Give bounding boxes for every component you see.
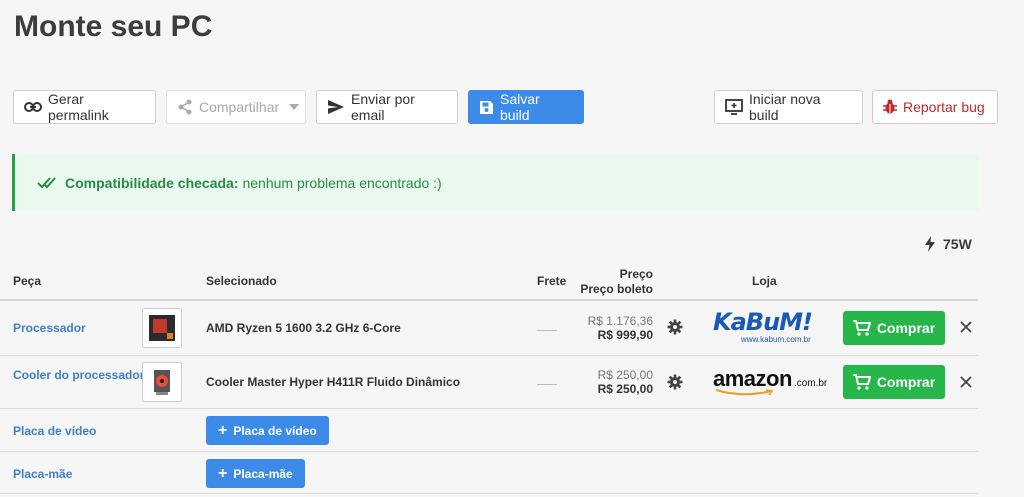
part-link-motherboard[interactable]: Placa-mãe bbox=[13, 466, 72, 482]
product-name[interactable]: AMD Ryzen 5 1600 3.2 GHz 6-Core bbox=[206, 321, 401, 335]
cart-icon bbox=[852, 320, 871, 336]
buy-label: Comprar bbox=[876, 374, 936, 390]
shipping-empty bbox=[537, 330, 557, 331]
add-motherboard-label: Placa-mãe bbox=[233, 466, 293, 481]
wattage-indicator: 75W bbox=[925, 236, 972, 252]
report-bug-label: Reportar bug bbox=[903, 99, 985, 115]
product-thumbnail[interactable] bbox=[142, 362, 182, 402]
share-icon bbox=[178, 99, 192, 115]
buy-button[interactable]: Comprar bbox=[843, 365, 945, 399]
gear-icon[interactable] bbox=[667, 319, 683, 335]
price-cell: R$ 250,00 R$ 250,00 bbox=[598, 368, 653, 396]
cpu-box-image bbox=[149, 315, 175, 341]
row-divider bbox=[0, 493, 978, 494]
share-button[interactable]: Compartilhar bbox=[166, 90, 306, 124]
plus-icon: + bbox=[218, 464, 228, 482]
page-title: Monte seu PC bbox=[14, 10, 213, 43]
permalink-label: Gerar permalink bbox=[48, 91, 109, 123]
buy-button[interactable]: Comprar bbox=[843, 311, 945, 345]
lightning-icon bbox=[925, 236, 935, 252]
wattage-value: 75W bbox=[943, 236, 972, 252]
close-icon[interactable] bbox=[960, 376, 972, 388]
save-icon bbox=[480, 100, 493, 114]
plus-icon: + bbox=[218, 421, 228, 439]
product-name[interactable]: Cooler Master Hyper H411R Fluido Dinâmic… bbox=[206, 375, 460, 389]
add-gpu-label: Placa de vídeo bbox=[233, 423, 317, 438]
cart-icon bbox=[852, 374, 871, 390]
header-price: Preço bbox=[619, 267, 653, 281]
send-icon bbox=[328, 100, 344, 114]
alert-title: Compatibilidade checada: bbox=[65, 174, 239, 191]
row-divider bbox=[0, 355, 978, 356]
header-price-boleto: Preço boleto bbox=[580, 282, 653, 296]
save-build-button[interactable]: Salvar build bbox=[468, 90, 584, 124]
bug-icon bbox=[883, 99, 897, 114]
part-link-gpu[interactable]: Placa de vídeo bbox=[13, 423, 96, 439]
header-selected: Selecionado bbox=[206, 274, 277, 288]
double-check-icon bbox=[37, 176, 56, 188]
add-motherboard-button[interactable]: + Placa-mãe bbox=[206, 459, 305, 488]
price-boleto: R$ 250,00 bbox=[597, 382, 653, 396]
row-divider bbox=[0, 451, 978, 452]
share-label: Compartilhar bbox=[199, 99, 280, 115]
product-thumbnail[interactable] bbox=[142, 308, 182, 348]
monitor-plus-icon bbox=[725, 99, 743, 115]
kabum-logo-url: www.kabum.com.br bbox=[741, 335, 811, 344]
kabum-logo-text: KaBuM! bbox=[713, 308, 813, 336]
header-shipping: Frete bbox=[537, 274, 567, 288]
new-build-button[interactable]: Iniciar nova build bbox=[714, 90, 863, 124]
gear-icon[interactable] bbox=[667, 374, 683, 390]
store-logo-kabum[interactable]: KaBuM! www.kabum.com.br bbox=[713, 308, 813, 344]
caret-down-icon bbox=[289, 104, 300, 110]
link-icon bbox=[24, 102, 42, 112]
header-part: Peça bbox=[13, 274, 42, 288]
part-link-processor[interactable]: Processador bbox=[13, 320, 86, 336]
new-build-label: Iniciar nova build bbox=[749, 91, 821, 123]
add-gpu-button[interactable]: + Placa de vídeo bbox=[206, 416, 329, 445]
permalink-button[interactable]: Gerar permalink bbox=[13, 90, 156, 124]
header-divider bbox=[0, 299, 978, 301]
alert-message: nenhum problema encontrado :) bbox=[242, 174, 442, 191]
header-store: Loja bbox=[752, 274, 777, 288]
shipping-empty bbox=[537, 384, 557, 385]
close-icon[interactable] bbox=[960, 321, 972, 333]
cooler-image bbox=[154, 370, 170, 395]
price-boleto: R$ 999,90 bbox=[597, 328, 653, 342]
store-logo-amazon[interactable]: amazon .com.br bbox=[713, 366, 827, 397]
save-build-label: Salvar build bbox=[500, 91, 540, 123]
price-regular: R$ 250,00 bbox=[597, 368, 653, 382]
amazon-logo-domain: .com.br bbox=[793, 378, 828, 389]
buy-label: Comprar bbox=[876, 320, 936, 336]
price-cell: R$ 1.176,36 R$ 999,90 bbox=[588, 314, 653, 342]
report-bug-button[interactable]: Reportar bug bbox=[872, 90, 998, 124]
price-regular: R$ 1.176,36 bbox=[587, 314, 653, 328]
part-link-cooler[interactable]: Cooler do processador bbox=[13, 367, 144, 383]
compatibility-alert: Compatibilidade checada: nenhum problema… bbox=[12, 154, 979, 211]
email-label: Enviar por email bbox=[351, 91, 415, 123]
email-button[interactable]: Enviar por email bbox=[316, 90, 458, 124]
amazon-logo-text: amazon bbox=[713, 366, 792, 391]
row-divider bbox=[0, 408, 978, 409]
